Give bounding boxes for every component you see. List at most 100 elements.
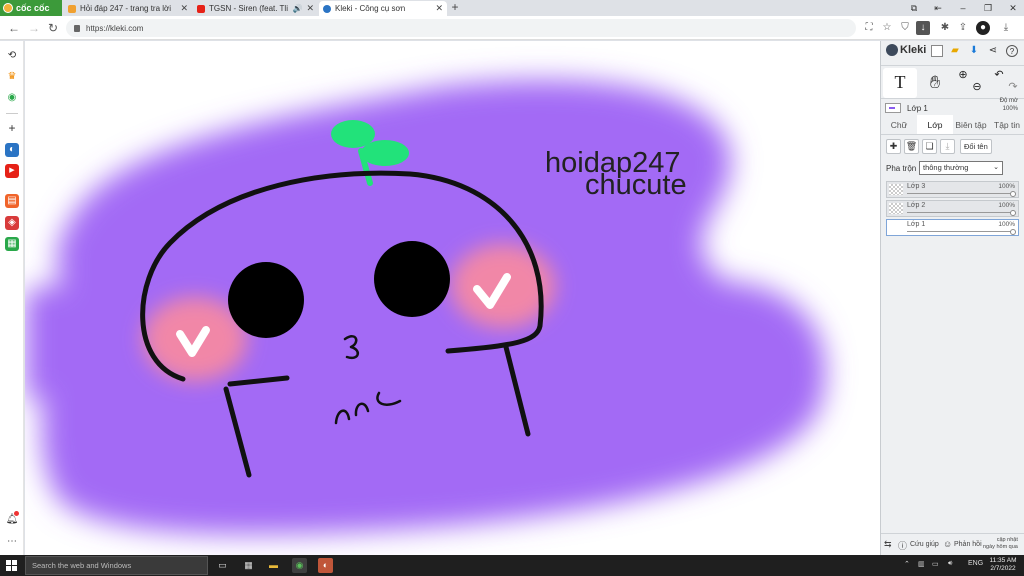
redo-button[interactable]: ↷ — [1005, 80, 1021, 94]
tab-title: Kleki - Công cụ sơn — [335, 4, 406, 13]
gamepad-icon[interactable]: ◉ — [5, 91, 19, 105]
text-tool-button[interactable]: T — [883, 68, 917, 98]
download-video-icon[interactable]: ↓ — [916, 21, 930, 35]
browser-taskbar-icon[interactable]: ◐ — [318, 558, 333, 573]
restore-button[interactable]: ❐ — [978, 0, 998, 16]
clock-date: 2/7/2022 — [990, 565, 1016, 572]
add-layer-button[interactable]: ✚ — [886, 139, 901, 154]
layer-opacity-slider[interactable] — [1010, 229, 1016, 235]
help-icon[interactable]: ? — [1006, 45, 1018, 57]
feedback-icon: ☺ — [943, 539, 953, 549]
delete-layer-button[interactable]: 🗑︎ — [904, 139, 919, 154]
close-tab-icon[interactable]: ✕ — [306, 3, 314, 14]
zoom-out-button[interactable]: ⊖ — [969, 80, 985, 94]
tab-youtube[interactable]: TGSN - Siren (feat. Tlinh 🔊 ✕ — [193, 1, 318, 16]
tab-layers[interactable]: Lớp — [917, 115, 953, 134]
layer-thumbnail — [889, 184, 903, 195]
open-file-icon[interactable]: ▰ — [949, 45, 961, 57]
volume-icon[interactable]: 🔊︎ — [948, 560, 952, 568]
browser-toolbar: ← → ↻ https://kleki.com ⛶ ☆ ⛉ ↓ ✱ ⇪ ● ⤓ — [0, 16, 1024, 40]
coccoc-taskbar-icon[interactable]: ◉ — [292, 558, 307, 573]
note-icon[interactable]: ▤ — [5, 194, 19, 208]
layer-opacity-track — [907, 231, 1013, 232]
blend-mode-select[interactable]: thông thường ⌄ — [919, 161, 1003, 175]
opacity-label: Độ mờ — [999, 98, 1018, 104]
taskbar-clock[interactable]: 11:35 AM 2/7/2022 — [987, 557, 1019, 573]
layers-panel: ✚ 🗑︎ ❏ ⤓ Đổi tên Pha trộn thông thường ⌄… — [881, 135, 1024, 555]
swap-sides-icon[interactable]: ⇆ — [884, 539, 892, 550]
file-explorer-icon[interactable]: ▬ — [266, 558, 281, 573]
layer-opacity: 100% — [998, 183, 1015, 190]
bookmark-star-icon[interactable]: ☆ — [880, 21, 894, 35]
screen-capture-icon[interactable]: ⧉ — [904, 0, 924, 16]
layer-opacity-slider[interactable] — [1010, 210, 1016, 216]
browser-brand-button[interactable]: cốc cốc — [0, 0, 62, 16]
clock-time: 11:35 AM — [989, 557, 1017, 564]
speaker-icon[interactable]: 🔊 — [292, 4, 302, 13]
update-info[interactable]: cập nhật ngày hôm qua — [983, 537, 1018, 551]
taskbar-search-input[interactable]: Search the web and Windows — [25, 556, 208, 575]
youtube-icon[interactable]: ▶ — [5, 164, 19, 178]
messenger-icon[interactable]: ◐ — [5, 143, 19, 157]
painting[interactable]: hoidap247 chucute — [25, 41, 880, 555]
address-bar[interactable]: https://kleki.com — [66, 19, 856, 37]
more-options-icon[interactable]: ⋯ — [5, 535, 19, 549]
drawing-canvas[interactable]: hoidap247 chucute — [25, 41, 880, 555]
profile-avatar[interactable]: ● — [976, 21, 990, 35]
rename-layer-button[interactable]: Đổi tên — [960, 139, 992, 154]
tab-hoidap[interactable]: Hỏi đáp 247 - trang tra lời ✕ — [64, 1, 192, 16]
language-indicator[interactable]: ENG — [968, 560, 983, 567]
duplicate-layer-button[interactable]: ❏ — [922, 139, 937, 154]
tray-chevron-icon[interactable]: ⌃ — [904, 560, 910, 568]
share-icon[interactable]: ⇪ — [956, 21, 970, 35]
new-image-icon[interactable] — [931, 45, 943, 57]
reload-button[interactable]: ↻ — [45, 20, 61, 36]
layer-opacity: 100% — [998, 221, 1015, 228]
opacity-value: 100% — [1002, 106, 1018, 112]
layer-item-selected[interactable]: Lớp 1 100% — [886, 219, 1019, 236]
kleki-emblem-icon — [886, 44, 898, 56]
merge-layer-button[interactable]: ⤓ — [940, 139, 955, 154]
windows-start-button[interactable] — [6, 560, 17, 571]
tab-edit[interactable]: Biên tập — [953, 115, 989, 134]
save-download-icon[interactable]: ⬇ — [968, 45, 980, 57]
translate-icon[interactable]: ⛶ — [862, 21, 876, 35]
forward-button[interactable]: → — [26, 20, 42, 36]
layer-item[interactable]: Lớp 3 100% — [886, 181, 1019, 198]
close-tab-icon[interactable]: ✕ — [180, 3, 188, 14]
share-icon[interactable]: ⋖ — [987, 45, 999, 57]
history-icon[interactable]: ⟲ — [5, 49, 19, 63]
feedback-link[interactable]: Phản hồi — [954, 541, 982, 548]
store-icon[interactable]: ▦ — [241, 558, 256, 573]
tab-text[interactable]: Chữ — [881, 115, 917, 134]
back-arrow-icon[interactable]: ⇤ — [928, 0, 948, 16]
sheet-icon[interactable]: ▦ — [5, 237, 19, 251]
help-link[interactable]: Cứu giúp — [910, 541, 939, 548]
downloads-icon[interactable]: ⤓ — [999, 21, 1013, 35]
back-button[interactable]: ← — [6, 20, 22, 36]
notification-dot — [14, 511, 19, 516]
layer-thumbnail — [889, 203, 903, 214]
close-window-button[interactable]: ✕ — [1003, 0, 1023, 16]
tab-kleki[interactable]: Kleki - Công cụ sơn ✕ — [319, 1, 447, 16]
battery-icon[interactable]: ▭ — [932, 560, 939, 568]
tab-file[interactable]: Tập tin — [989, 115, 1024, 134]
shopping-icon[interactable]: ◈ — [5, 216, 19, 230]
shield-icon[interactable]: ⛉ — [898, 21, 912, 35]
add-sidebar-item-icon[interactable]: + — [5, 121, 19, 135]
close-tab-icon[interactable]: ✕ — [435, 3, 443, 14]
extensions-icon[interactable]: ✱ — [938, 21, 952, 35]
windows-taskbar: Search the web and Windows ▭ ▦ ▬ ◉ ◐ ⌃ ▥… — [0, 555, 1024, 576]
minimize-button[interactable]: – — [953, 0, 973, 16]
panel-tabs: Chữ Lớp Biên tập Tập tin — [881, 115, 1024, 135]
update-line2: ngày hôm qua — [983, 544, 1018, 550]
canvas-text-line2: chucute — [585, 169, 687, 201]
chevron-down-icon: ⌄ — [993, 164, 999, 171]
layer-item[interactable]: Lớp 2 100% — [886, 200, 1019, 217]
crown-icon[interactable]: ♛ — [5, 70, 19, 84]
layer-opacity-slider[interactable] — [1010, 191, 1016, 197]
task-view-icon[interactable]: ▭ — [215, 558, 230, 573]
new-tab-button[interactable]: + — [449, 0, 461, 16]
network-icon[interactable]: ▥ — [918, 560, 925, 568]
hand-tool-button[interactable]: ✋︎ — [921, 68, 949, 98]
